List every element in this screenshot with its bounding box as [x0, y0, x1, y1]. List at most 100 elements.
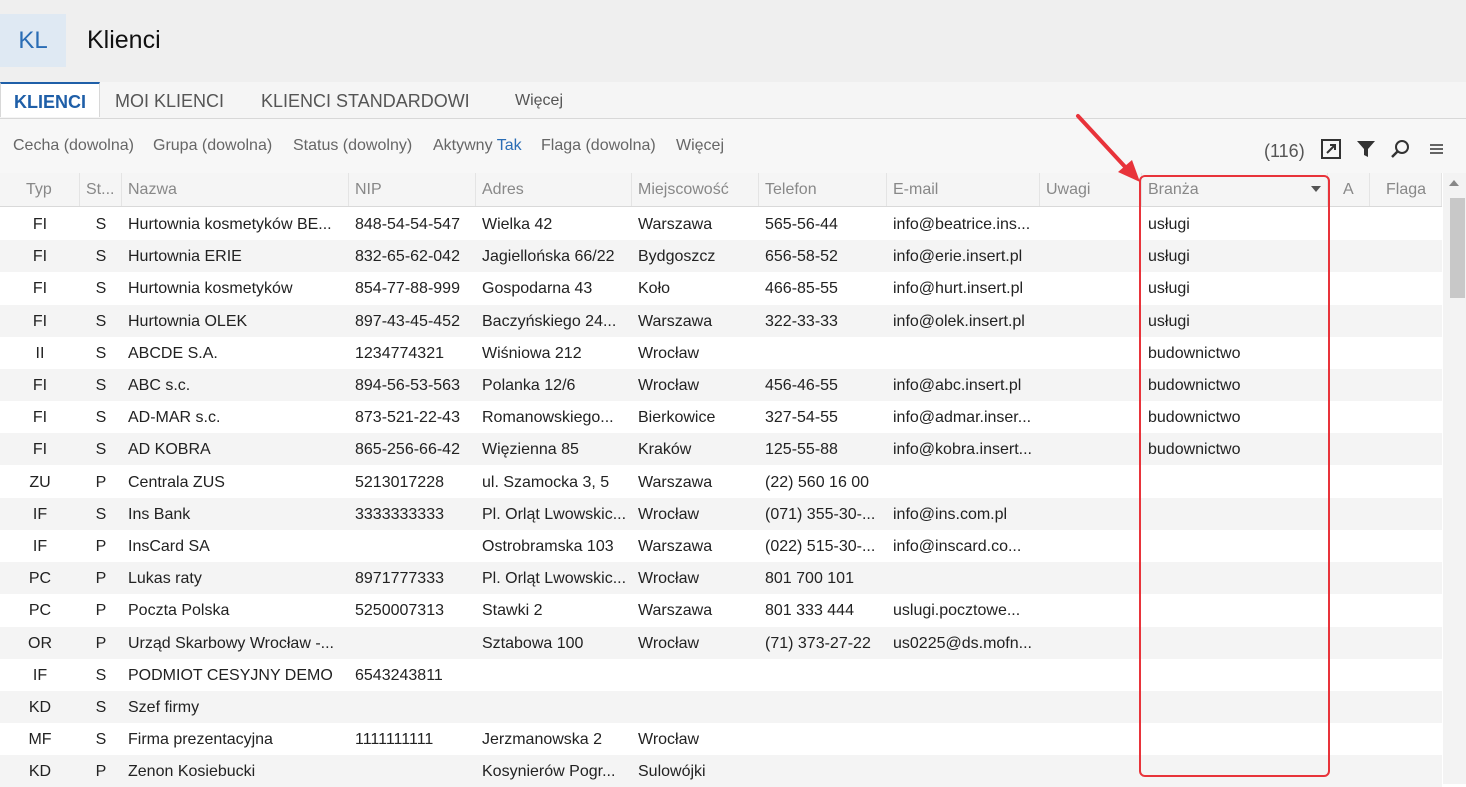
cell-adres: Baczyńskiego 24... — [482, 312, 617, 330]
filter-aktywny[interactable]: Aktywny Tak — [433, 137, 522, 155]
cell-email: uslugi.pocztowe... — [893, 602, 1021, 620]
col-header-adres[interactable]: Adres — [476, 173, 632, 206]
cell-nazwa: Hurtownia kosmetyków — [128, 280, 293, 298]
cell-nip — [349, 530, 476, 562]
cell-miejscowosc: Bydgoszcz — [638, 248, 716, 266]
cell-miejscowosc: Warszawa — [638, 602, 713, 620]
expand-icon[interactable] — [1320, 138, 1342, 160]
cell-adres: Wielka 42 — [482, 216, 553, 233]
filter-cecha[interactable]: Cecha (dowolna) — [13, 137, 134, 155]
cell-email: info@erie.insert.pl — [893, 248, 1023, 266]
scroll-up-icon[interactable] — [1449, 180, 1459, 186]
cell-email — [887, 337, 1040, 369]
cell-a — [1328, 369, 1370, 401]
tab-more[interactable]: Więcej — [515, 82, 563, 118]
cell-email — [887, 755, 1040, 787]
cell-uwagi — [1040, 723, 1142, 755]
cell-uwagi — [1040, 305, 1142, 337]
cell-nip: 5250007313 — [355, 602, 444, 620]
cell-status: S — [95, 344, 107, 362]
cell-status: S — [95, 312, 107, 330]
cell-telefon: 125-55-88 — [765, 441, 838, 459]
cell-telefon — [759, 723, 887, 755]
cell-uwagi — [1040, 401, 1142, 433]
app-badge: KL — [0, 14, 66, 67]
cell-nazwa: AD KOBRA — [128, 441, 211, 459]
tab-moi-klienci[interactable]: MOI KLIENCI — [115, 82, 224, 118]
col-header-flaga[interactable]: Flaga — [1370, 173, 1442, 206]
filter-icon[interactable] — [1355, 138, 1377, 160]
cell-flaga — [1370, 369, 1442, 401]
col-header-email[interactable]: E-mail — [887, 173, 1040, 206]
cell-adres: Romanowskiego... — [482, 409, 614, 427]
cell-telefon: 801 700 101 — [765, 570, 854, 588]
filter-grupa[interactable]: Grupa (dowolna) — [153, 137, 272, 155]
cell-email — [887, 691, 1040, 723]
cell-adres — [476, 659, 632, 691]
cell-telefon — [759, 755, 887, 787]
cell-a — [1328, 659, 1370, 691]
cell-nip: 873-521-22-43 — [355, 409, 460, 427]
col-header-status[interactable]: St... — [80, 173, 122, 206]
cell-flaga — [1370, 755, 1442, 787]
cell-status: P — [95, 763, 107, 781]
cell-email: info@ins.com.pl — [893, 505, 1008, 523]
cell-typ: MF — [28, 731, 52, 749]
cell-flaga — [1370, 272, 1442, 304]
cell-adres: Sztabowa 100 — [482, 634, 584, 652]
cell-a — [1328, 755, 1370, 787]
cell-telefon: 656-58-52 — [765, 248, 838, 266]
cell-uwagi — [1040, 562, 1142, 594]
cell-uwagi — [1040, 755, 1142, 787]
cell-status: S — [95, 280, 107, 298]
cell-typ: KD — [28, 699, 52, 716]
cell-uwagi — [1040, 594, 1142, 626]
cell-typ: FI — [32, 409, 48, 427]
cell-telefon: (71) 373-27-22 — [765, 634, 871, 652]
col-header-typ[interactable]: Typ — [0, 173, 80, 206]
filter-value: Tak — [496, 137, 522, 154]
highlight-box — [1139, 175, 1330, 777]
cell-telefon: 466-85-55 — [765, 280, 838, 298]
cell-uwagi — [1040, 369, 1142, 401]
cell-status: S — [95, 248, 107, 266]
cell-nazwa: Szef firmy — [128, 699, 200, 716]
cell-a — [1328, 691, 1370, 723]
cell-email: info@inscard.co... — [893, 538, 1022, 555]
cell-status: S — [95, 731, 107, 749]
cell-nip: 1234774321 — [355, 344, 444, 362]
menu-icon[interactable] — [1427, 138, 1449, 160]
col-header-telefon[interactable]: Telefon — [759, 173, 887, 206]
annotation-arrow-icon — [1076, 114, 1140, 182]
cell-nazwa: Hurtownia OLEK — [128, 312, 248, 330]
col-header-miejscowosc[interactable]: Miejscowość — [632, 173, 759, 206]
cell-telefon — [759, 659, 887, 691]
cell-email — [887, 562, 1040, 594]
cell-nip: 1111111111 — [355, 731, 434, 749]
cell-typ: FI — [32, 312, 48, 330]
tab-klienci-standardowi[interactable]: KLIENCI STANDARDOWI — [261, 82, 470, 118]
filter-more[interactable]: Więcej — [676, 137, 724, 155]
filter-label: Grupa (dowolna) — [153, 137, 273, 154]
cell-uwagi — [1040, 272, 1142, 304]
col-header-nazwa[interactable]: Nazwa — [122, 173, 349, 206]
cell-status: P — [95, 538, 107, 555]
cell-status: P — [95, 570, 107, 588]
cell-flaga — [1370, 401, 1442, 433]
cell-flaga — [1370, 305, 1442, 337]
cell-a — [1328, 433, 1370, 465]
cell-email: us0225@ds.mofn... — [893, 634, 1032, 652]
scroll-thumb[interactable] — [1450, 198, 1465, 298]
cell-flaga — [1370, 433, 1442, 465]
col-header-a[interactable]: A — [1328, 173, 1370, 206]
cell-adres: Jagiellońska 66/22 — [482, 248, 615, 266]
cell-flaga — [1370, 208, 1442, 240]
col-header-nip[interactable]: NIP — [349, 173, 476, 206]
filter-flaga[interactable]: Flaga (dowolna) — [541, 137, 656, 155]
cell-a — [1328, 401, 1370, 433]
cell-a — [1328, 627, 1370, 659]
cell-flaga — [1370, 530, 1442, 562]
search-icon[interactable] — [1390, 138, 1412, 160]
filter-status[interactable]: Status (dowolny) — [293, 137, 412, 155]
tab-klienci[interactable]: KLIENCI — [0, 82, 100, 117]
